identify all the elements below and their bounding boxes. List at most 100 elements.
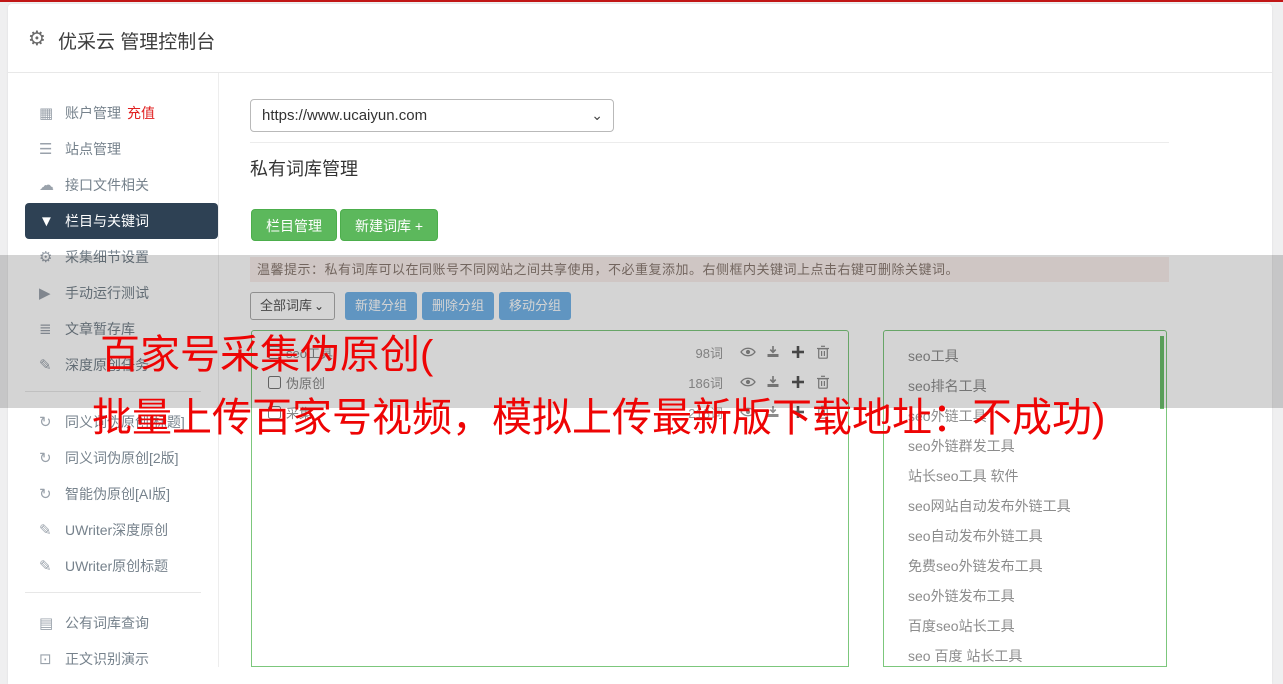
sidebar-item-label: 手动运行测试 [65,285,149,301]
sidebar-item-interface-files[interactable]: ☁ 接口文件相关 [25,167,218,203]
play-icon: ▶ [39,285,51,302]
view-icon[interactable] [740,344,756,360]
pencil-icon: ✎ [39,558,52,575]
lexicon-row: 采集 218词 [252,397,848,427]
chart-icon: ▦ [39,105,54,122]
trash-icon[interactable] [815,344,831,360]
sidebar-item-label: 公有词库查询 [65,615,149,631]
keyword-item[interactable]: seo外链工具 [908,401,1166,431]
sidebar-item-label: 站点管理 [65,141,121,157]
scrollbar-thumb[interactable] [1160,336,1164,409]
keyword-item[interactable]: seo排名工具 [908,371,1166,401]
site-select-value: https://www.ucaiyun.com [262,107,428,124]
word-count: 98词 [695,345,723,361]
add-icon[interactable] [790,404,806,420]
lexicon-checkbox[interactable] [268,405,281,419]
sync-icon: ↻ [39,486,52,503]
keyword-item[interactable]: seo自动发布外链工具 [908,521,1166,551]
book-icon: ▤ [39,615,54,632]
tip-banner: 温馨提示：私有词库可以在同账号不同网站之间共享使用，不必重复添加。右侧框内关键词… [250,257,1169,282]
list-icon: ☰ [39,141,53,158]
sidebar-item-columns-keywords[interactable]: ▼ 栏目与关键词 [25,203,218,239]
lexicon-group-value: 全部词库 [260,298,313,313]
sidebar-divider [25,391,201,392]
sidebar-item-collect-settings[interactable]: ⚙ 采集细节设置 [25,239,218,275]
sidebar-item-uwriter-deep[interactable]: ✎ UWriter深度原创 [25,512,218,548]
view-icon[interactable] [740,374,756,390]
keyword-item[interactable]: seo工具 [908,341,1166,371]
sidebar-item-label: 接口文件相关 [65,177,149,193]
word-count: 186词 [688,375,723,391]
monitor-icon: ⊡ [39,651,52,668]
lexicon-row: 伪原创 186词 [252,367,848,397]
sidebar-item-label: 同义词伪原创[2版] [65,450,179,466]
database-icon: ≣ [39,321,52,338]
lexicon-row: seo工具 98词 [252,337,848,367]
download-icon[interactable] [765,404,781,420]
lexicon-name[interactable]: 采集 [286,403,675,422]
keyword-item[interactable]: 免费seo外链发布工具 [908,551,1166,581]
keyword-item[interactable]: 百度seo站长工具 [908,611,1166,641]
lexicon-list-box: seo工具 98词 伪原创 186词 采集 218词 [251,330,849,667]
new-group-button[interactable]: 新建分组 [345,292,417,320]
recharge-badge[interactable]: 充值 [127,103,155,123]
lexicon-checkbox[interactable] [268,375,281,389]
sidebar-item-label: 深度原创任务 [65,357,149,373]
sync-icon: ↻ [39,450,52,467]
manage-columns-button[interactable]: 栏目管理 [251,209,337,241]
sidebar-item-synonym-v2[interactable]: ↻ 同义词伪原创[2版] [25,440,218,476]
delete-group-button[interactable]: 删除分组 [422,292,494,320]
gears-icon: ⚙ [39,249,53,266]
sidebar-item-ai-rewrite[interactable]: ↻ 智能伪原创[AI版] [25,476,218,512]
sidebar-item-body-recognition[interactable]: ⊡ 正文识别演示 [25,641,218,677]
cloud-upload-icon: ☁ [39,177,54,194]
keyword-item[interactable]: seo外链发布工具 [908,581,1166,611]
trash-icon[interactable] [815,374,831,390]
trash-icon[interactable] [815,404,831,420]
pencil-icon: ✎ [39,357,52,374]
gear-icon: ⚙ [28,28,46,50]
sidebar-item-deep-original[interactable]: ✎ 深度原创任务 [25,347,218,383]
funnel-icon: ▼ [39,212,54,230]
keyword-item[interactable]: seo外链群发工具 [908,431,1166,461]
download-icon[interactable] [765,374,781,390]
sidebar-item-label: UWriter原创标题 [65,558,169,574]
sidebar-item-sites[interactable]: ☰ 站点管理 [25,131,218,167]
sidebar-item-public-lexicon[interactable]: ▤ 公有词库查询 [25,605,218,641]
lexicon-checkbox[interactable] [268,345,281,359]
sidebar-item-uwriter-title[interactable]: ✎ UWriter原创标题 [25,548,218,584]
sidebar-item-label: 采集细节设置 [65,249,149,265]
chevron-down-icon: ⌄ [313,299,324,313]
move-group-button[interactable]: 移动分组 [499,292,571,320]
top-red-line [0,0,1283,2]
keyword-list-box: seo工具 seo排名工具 seo外链工具 seo外链群发工具 站长seo工具 … [883,330,1167,667]
site-select[interactable]: https://www.ucaiyun.com ⌄ [250,99,614,132]
keyword-item[interactable]: 站长seo工具 软件 [908,461,1166,491]
sidebar-item-label: 栏目与关键词 [65,213,149,229]
sidebar-item-label: 文章暂存库 [65,321,135,337]
lexicon-name[interactable]: seo工具 [286,343,675,362]
sidebar-item-manual-run[interactable]: ▶ 手动运行测试 [25,275,218,311]
app-title: 优采云 管理控制台 [58,32,216,53]
keyword-item[interactable]: seo网站自动发布外链工具 [908,491,1166,521]
add-icon[interactable] [790,374,806,390]
sidebar-item-label: UWriter深度原创 [65,522,169,538]
sync-icon: ↻ [39,414,52,431]
new-lexicon-button[interactable]: 新建词库 + [340,209,439,241]
chevron-down-icon: ⌄ [591,107,603,123]
divider [250,142,1169,143]
view-icon[interactable] [740,404,756,420]
add-icon[interactable] [790,344,806,360]
lexicon-name[interactable]: 伪原创 [286,373,675,392]
sidebar-item-account[interactable]: ▦ 账户管理 充值 [25,95,218,131]
sidebar-item-synonym-title[interactable]: ↻ 同义词伪原创[标题] [25,404,218,440]
sidebar-item-label: 正文识别演示 [65,651,149,667]
sidebar-item-label: 账户管理 [65,105,121,121]
lexicon-group-select[interactable]: 全部词库 ⌄ [250,292,335,320]
download-icon[interactable] [765,344,781,360]
word-count: 218词 [688,405,723,421]
sidebar: ▦ 账户管理 充值 ☰ 站点管理 ☁ 接口文件相关 ▼ 栏目与关键词 ⚙ 采集细… [8,73,219,668]
pencil-icon: ✎ [39,522,52,539]
sidebar-item-article-store[interactable]: ≣ 文章暂存库 [25,311,218,347]
sidebar-item-label: 智能伪原创[AI版] [65,486,171,502]
